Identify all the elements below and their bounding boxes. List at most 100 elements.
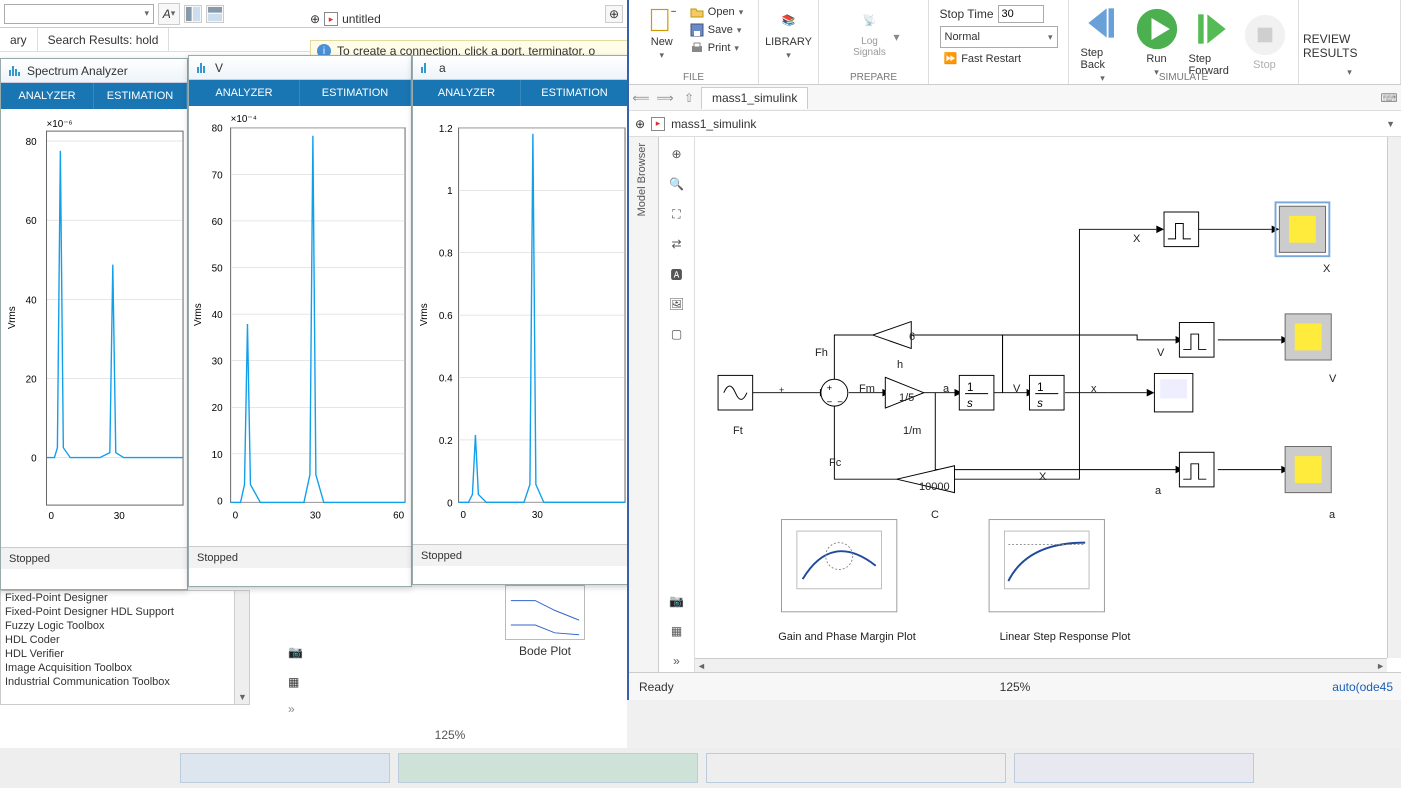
lbl-ft: Ft	[733, 425, 743, 437]
fast-restart-button[interactable]: ⏩Fast Restart	[940, 51, 1058, 66]
step-back-button[interactable]: Step Back▾	[1081, 0, 1125, 84]
target-tool[interactable]: ⊕	[666, 143, 688, 165]
nav-fwd-button[interactable]: ⟹	[653, 86, 677, 110]
estimation-tab[interactable]: ESTIMATION	[521, 80, 629, 106]
nav-up-button[interactable]: ⇧	[677, 86, 701, 110]
search-results-tab[interactable]: Search Results: hold	[38, 28, 170, 51]
layout-1-button[interactable]	[184, 5, 202, 23]
untitled-tab[interactable]: untitled	[342, 12, 381, 26]
prepare-expand[interactable]: ▾	[893, 30, 899, 44]
file-group-label: FILE	[629, 72, 758, 83]
analyzer-tab[interactable]: ANALYZER	[413, 80, 521, 106]
status-stopped: Stopped	[413, 544, 629, 566]
tree-scrollbar[interactable]	[234, 591, 249, 704]
canvas-hscroll[interactable]: ◄►	[695, 658, 1387, 672]
layout-2-button[interactable]	[206, 5, 224, 23]
target-button[interactable]: ⊕	[605, 5, 623, 23]
image-tool[interactable]: 🖼	[666, 293, 688, 315]
spectrum-icon	[7, 64, 21, 78]
panel-icon[interactable]: ▦	[288, 675, 299, 689]
spectrum-plot-x[interactable]: ×10⁻⁶ 80 60 40 20 0 030 Vrms	[1, 109, 187, 547]
status-solver[interactable]: auto(ode45	[1332, 680, 1401, 694]
tree-item[interactable]: Fuzzy Logic Toolbox	[1, 619, 249, 633]
path-dropdown[interactable]: ▼	[1386, 119, 1395, 129]
run-button[interactable]: Run▾	[1135, 3, 1179, 78]
zoom-tool[interactable]: 🔍	[666, 173, 688, 195]
estimation-tab[interactable]: ESTIMATION	[300, 80, 411, 106]
open-button[interactable]: Open▾	[686, 4, 747, 20]
svg-text:80: 80	[212, 124, 224, 135]
svg-text:30: 30	[114, 511, 125, 522]
tree-item[interactable]: HDL Verifier	[1, 647, 249, 661]
save-button[interactable]: Save▾	[686, 22, 747, 38]
target-icon[interactable]: ⊕	[635, 117, 645, 131]
tree-item[interactable]: Fixed-Point Designer HDL Support	[1, 605, 249, 619]
svg-text:0.4: 0.4	[439, 373, 453, 384]
stop-time-input[interactable]	[998, 5, 1044, 23]
lbl-h: h	[897, 359, 903, 371]
status-zoom[interactable]: 125%	[1000, 680, 1031, 694]
lbl-m: 1/m	[903, 425, 921, 437]
library-tree[interactable]: Fixed-Point Designer Fixed-Point Designe…	[0, 590, 250, 705]
svg-text:s: s	[967, 398, 973, 410]
spectrum-plot-a[interactable]: 1.2 1 0.8 0.6 0.4 0.2 0 030 Vrms	[413, 106, 629, 544]
step-forward-button[interactable]: Step Forward	[1189, 3, 1233, 77]
spectrum-plot-v[interactable]: ×10⁻⁴ 80 70 60 50 40 30 20 10 0 03060 Vr…	[189, 106, 411, 546]
svg-text:0: 0	[217, 496, 223, 507]
analyzer-tab[interactable]: ANALYZER	[1, 83, 94, 109]
simulate-group-label: SIMULATE	[1069, 72, 1298, 83]
taskbar-thumb[interactable]	[1014, 753, 1254, 783]
svg-text:30: 30	[532, 510, 543, 521]
status-stopped: Stopped	[189, 546, 411, 568]
model-path[interactable]: mass1_simulink	[671, 117, 756, 131]
sig-a: a	[943, 383, 949, 395]
taskbar-thumb[interactable]	[180, 753, 390, 783]
gain-h-val: 6	[909, 331, 915, 343]
tree-item[interactable]: Fixed-Point Designer	[1, 591, 249, 605]
svg-text:1: 1	[967, 382, 973, 394]
spec-title-a: a	[439, 61, 446, 75]
fit-tool[interactable]: ⛶	[666, 203, 688, 225]
svg-text:40: 40	[212, 310, 224, 321]
tree-item[interactable]: HDL Coder	[1, 633, 249, 647]
canvas-vscroll[interactable]	[1387, 137, 1401, 658]
font-style-button[interactable]: A▾	[158, 3, 180, 25]
review-results-label[interactable]: REVIEW RESULTS	[1303, 32, 1396, 60]
print-button[interactable]: Print▾	[686, 40, 747, 56]
library-tab[interactable]: ary	[0, 28, 38, 51]
taskbar-thumb[interactable]	[398, 753, 698, 783]
new-button[interactable]: ＋ New▾	[640, 2, 684, 61]
box-tool[interactable]: ▢	[666, 323, 688, 345]
more-tool[interactable]: »	[666, 650, 688, 672]
camera-tool[interactable]: 📷	[666, 590, 688, 612]
library-button[interactable]: 📚LIBRARY▾	[767, 2, 811, 61]
gain-c-val: 10000	[919, 481, 950, 493]
keyboard-icon[interactable]: ⌨	[1377, 86, 1401, 110]
annotation-tool[interactable]: 🅰	[666, 263, 688, 285]
lbl-stepresp: Linear Step Response Plot	[985, 631, 1145, 643]
snapshot-icon[interactable]: 📷	[288, 645, 303, 659]
model-icon: ▸	[324, 12, 338, 26]
sim-mode-select[interactable]: Normal▾	[940, 26, 1058, 48]
model-browser-panel[interactable]: Model Browser	[629, 137, 659, 672]
tree-item[interactable]: Industrial Communication Toolbox	[1, 675, 249, 689]
panel-tool[interactable]: ▦	[666, 620, 688, 642]
arrows-tool[interactable]: ⇄	[666, 233, 688, 255]
taskbar-thumb[interactable]	[706, 753, 1006, 783]
expand-icon[interactable]: »	[288, 702, 295, 716]
svg-text:0.2: 0.2	[439, 436, 453, 447]
svg-text:60: 60	[393, 510, 405, 521]
svg-text:＋: ＋	[669, 6, 676, 22]
nav-back-button[interactable]: ⟸	[629, 86, 653, 110]
bode-plot-block[interactable]: Bode Plot	[470, 585, 620, 658]
analyzer-tab[interactable]: ANALYZER	[189, 80, 300, 106]
model-canvas[interactable]: +−− 1s 1s	[695, 137, 1387, 658]
svg-text:1: 1	[1037, 382, 1043, 394]
model-tab[interactable]: mass1_simulink	[701, 87, 808, 109]
estimation-tab[interactable]: ESTIMATION	[94, 83, 187, 109]
tree-item[interactable]: Image Acquisition Toolbox	[1, 661, 249, 675]
review-expand[interactable]: ▾	[1347, 67, 1352, 78]
spec-title-v: V	[215, 61, 223, 75]
spectrum-icon	[195, 61, 209, 75]
block-search-combo[interactable]: ▾	[4, 4, 154, 24]
